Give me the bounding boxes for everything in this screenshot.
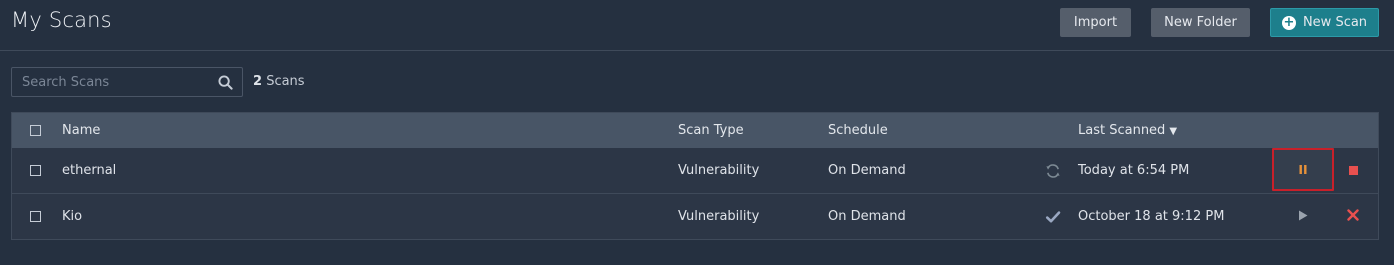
page-header: My Scans Import New Folder + New Scan bbox=[0, 0, 1394, 51]
column-header-schedule[interactable]: Schedule bbox=[828, 123, 888, 138]
scan-count: 2 Scans bbox=[253, 74, 305, 89]
scans-table: Name Scan Type Schedule Last Scanned ▼ et… bbox=[11, 112, 1379, 240]
delete-button[interactable] bbox=[1345, 207, 1361, 223]
stop-button[interactable] bbox=[1345, 162, 1361, 178]
last-scanned: October 18 at 9:12 PM bbox=[1078, 209, 1225, 224]
column-header-scan-type[interactable]: Scan Type bbox=[678, 123, 744, 138]
scan-schedule: On Demand bbox=[828, 163, 906, 178]
scan-schedule: On Demand bbox=[828, 209, 906, 224]
scan-type: Vulnerability bbox=[678, 163, 760, 178]
stop-icon bbox=[1348, 165, 1358, 175]
column-header-last-scanned[interactable]: Last Scanned ▼ bbox=[1078, 123, 1177, 138]
scan-type: Vulnerability bbox=[678, 209, 760, 224]
scan-name[interactable]: Kio bbox=[62, 209, 82, 224]
new-folder-button[interactable]: New Folder bbox=[1151, 8, 1250, 37]
scan-count-label: Scans bbox=[266, 74, 305, 89]
table-row[interactable]: ethernal Vulnerability On Demand Today a… bbox=[12, 148, 1378, 194]
search-icon[interactable] bbox=[218, 75, 233, 90]
new-scan-button[interactable]: + New Scan bbox=[1270, 8, 1379, 37]
search-input[interactable] bbox=[12, 68, 212, 96]
select-all-checkbox[interactable] bbox=[30, 125, 41, 136]
row-checkbox[interactable] bbox=[30, 165, 41, 176]
sort-descending-icon: ▼ bbox=[1169, 126, 1178, 137]
scan-count-number: 2 bbox=[253, 74, 263, 89]
pause-icon bbox=[1299, 165, 1307, 174]
row-checkbox[interactable] bbox=[30, 211, 41, 222]
running-refresh-icon bbox=[1046, 164, 1060, 178]
column-header-name[interactable]: Name bbox=[62, 123, 100, 138]
search-box bbox=[11, 67, 243, 97]
plus-circle-icon: + bbox=[1281, 14, 1296, 30]
completed-check-icon bbox=[1045, 211, 1061, 223]
scan-name[interactable]: ethernal bbox=[62, 163, 116, 178]
page-title: My Scans bbox=[11, 8, 112, 32]
column-header-last-scanned-label: Last Scanned bbox=[1078, 123, 1166, 138]
table-header: Name Scan Type Schedule Last Scanned ▼ bbox=[12, 113, 1378, 149]
pause-button[interactable] bbox=[1272, 148, 1334, 191]
new-scan-label: New Scan bbox=[1302, 15, 1368, 30]
delete-x-icon bbox=[1347, 209, 1359, 221]
import-button[interactable]: Import bbox=[1060, 8, 1131, 37]
table-row[interactable]: Kio Vulnerability On Demand October 18 a… bbox=[12, 194, 1378, 239]
last-scanned: Today at 6:54 PM bbox=[1078, 163, 1190, 178]
play-icon bbox=[1299, 210, 1308, 220]
launch-button[interactable] bbox=[1295, 207, 1311, 223]
